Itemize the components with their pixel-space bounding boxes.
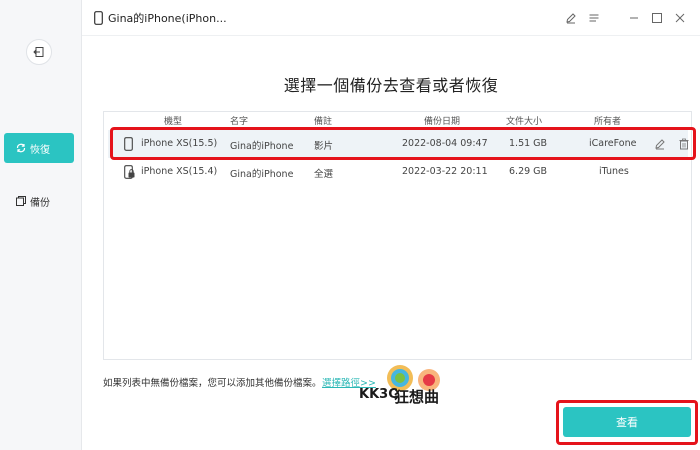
feedback-button[interactable] <box>565 12 577 24</box>
refresh-icon <box>16 143 26 153</box>
maximize-icon <box>652 13 662 23</box>
close-icon <box>675 13 685 23</box>
minimize-button[interactable] <box>628 12 640 24</box>
close-button[interactable] <box>674 12 686 24</box>
phone-icon <box>94 11 103 25</box>
watermark-brand: KK3C <box>359 387 398 402</box>
col-size: 文件大小 <box>506 117 543 127</box>
maximize-button[interactable] <box>651 12 663 24</box>
col-name: 名字 <box>230 117 249 127</box>
col-date: 備份日期 <box>424 117 461 127</box>
nav-restore-label: 恢復 <box>30 144 50 156</box>
pencil-icon <box>566 13 576 24</box>
cell-model: iPhone XS(15.4) <box>141 166 218 177</box>
table-row[interactable]: iPhone XS(15.4) Gina的iPhone 全選 2022-03-2… <box>108 158 688 186</box>
sidebar: 恢復 備份 <box>0 0 82 450</box>
col-owner: 所有者 <box>594 117 622 127</box>
cell-date: 2022-03-22 20:11 <box>402 166 488 177</box>
col-model: 機型 <box>164 117 183 127</box>
table-header: 機型 名字 備註 備份日期 文件大小 所有者 <box>104 112 691 128</box>
page-title: 選擇一個備份去查看或者恢復 <box>283 76 499 95</box>
minimize-icon <box>630 17 638 19</box>
menu-icon <box>589 14 599 22</box>
exit-button[interactable] <box>26 39 52 65</box>
watermark-brand-cn: 狂想曲 <box>394 388 440 406</box>
menu-button[interactable] <box>588 12 600 24</box>
nav-backup-label: 備份 <box>30 197 50 209</box>
cell-owner: iTunes <box>599 166 629 177</box>
cell-size: 6.29 GB <box>509 166 548 177</box>
col-note: 備註 <box>314 117 333 127</box>
watermark-logo: KK3C 狂想曲 <box>357 361 453 411</box>
nav-backup[interactable]: 備份 <box>4 186 74 216</box>
button-highlight <box>556 400 698 445</box>
nav-restore[interactable]: 恢復 <box>4 133 74 163</box>
app-window: 恢復 備份 Gina的iPhone(iPhon... 選擇一個備份去查看或者恢復… <box>0 0 700 450</box>
title-bar: Gina的iPhone(iPhon... <box>82 0 700 36</box>
cell-name: Gina的iPhone <box>230 169 294 180</box>
cell-note: 全選 <box>314 169 334 180</box>
device-title: Gina的iPhone(iPhon... <box>94 10 227 26</box>
device-title-text: Gina的iPhone(iPhon... <box>108 12 227 25</box>
footer-note: 如果列表中無備份檔案，您可以添加其他備份檔案。 <box>103 378 322 389</box>
exit-icon <box>33 47 44 57</box>
locked-phone-icon <box>124 165 135 179</box>
selection-highlight <box>110 127 696 160</box>
backup-icon <box>16 196 26 206</box>
